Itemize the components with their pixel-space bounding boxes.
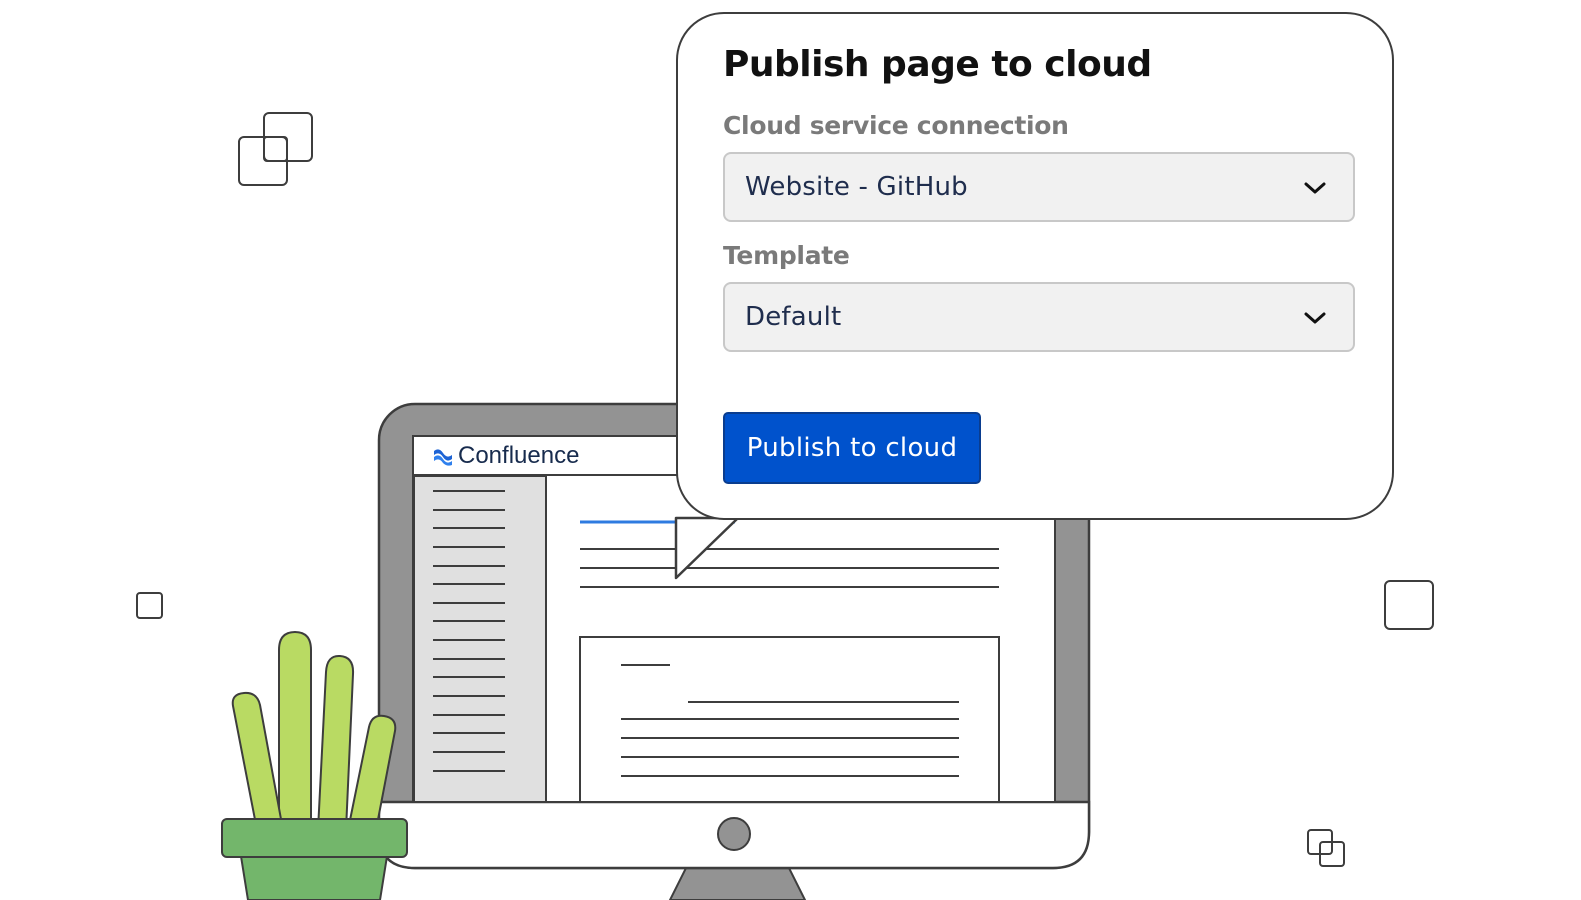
connection-label: Cloud service connection	[723, 111, 1069, 140]
plant	[231, 630, 397, 831]
confluence-logo-icon	[434, 449, 452, 466]
template-select[interactable]: Default	[723, 282, 1355, 352]
dialog-title: Publish page to cloud	[723, 44, 1152, 85]
confluence-app-name: Confluence	[458, 442, 580, 469]
plant-pot	[221, 818, 408, 900]
chevron-down-icon	[1304, 182, 1326, 194]
chevron-down-icon	[1304, 312, 1326, 324]
deco-square	[136, 592, 163, 619]
cloud-connection-select[interactable]: Website - GitHub	[723, 152, 1355, 222]
deco-square	[263, 136, 288, 162]
deco-square	[1384, 580, 1434, 630]
cloud-connection-value: Website - GitHub	[745, 172, 968, 202]
publish-to-cloud-button[interactable]: Publish to cloud	[723, 412, 981, 484]
monitor-stand	[668, 867, 807, 900]
publish-dialog: Publish page to cloud Cloud service conn…	[676, 12, 1394, 520]
template-value: Default	[745, 302, 842, 332]
template-label: Template	[723, 241, 850, 270]
